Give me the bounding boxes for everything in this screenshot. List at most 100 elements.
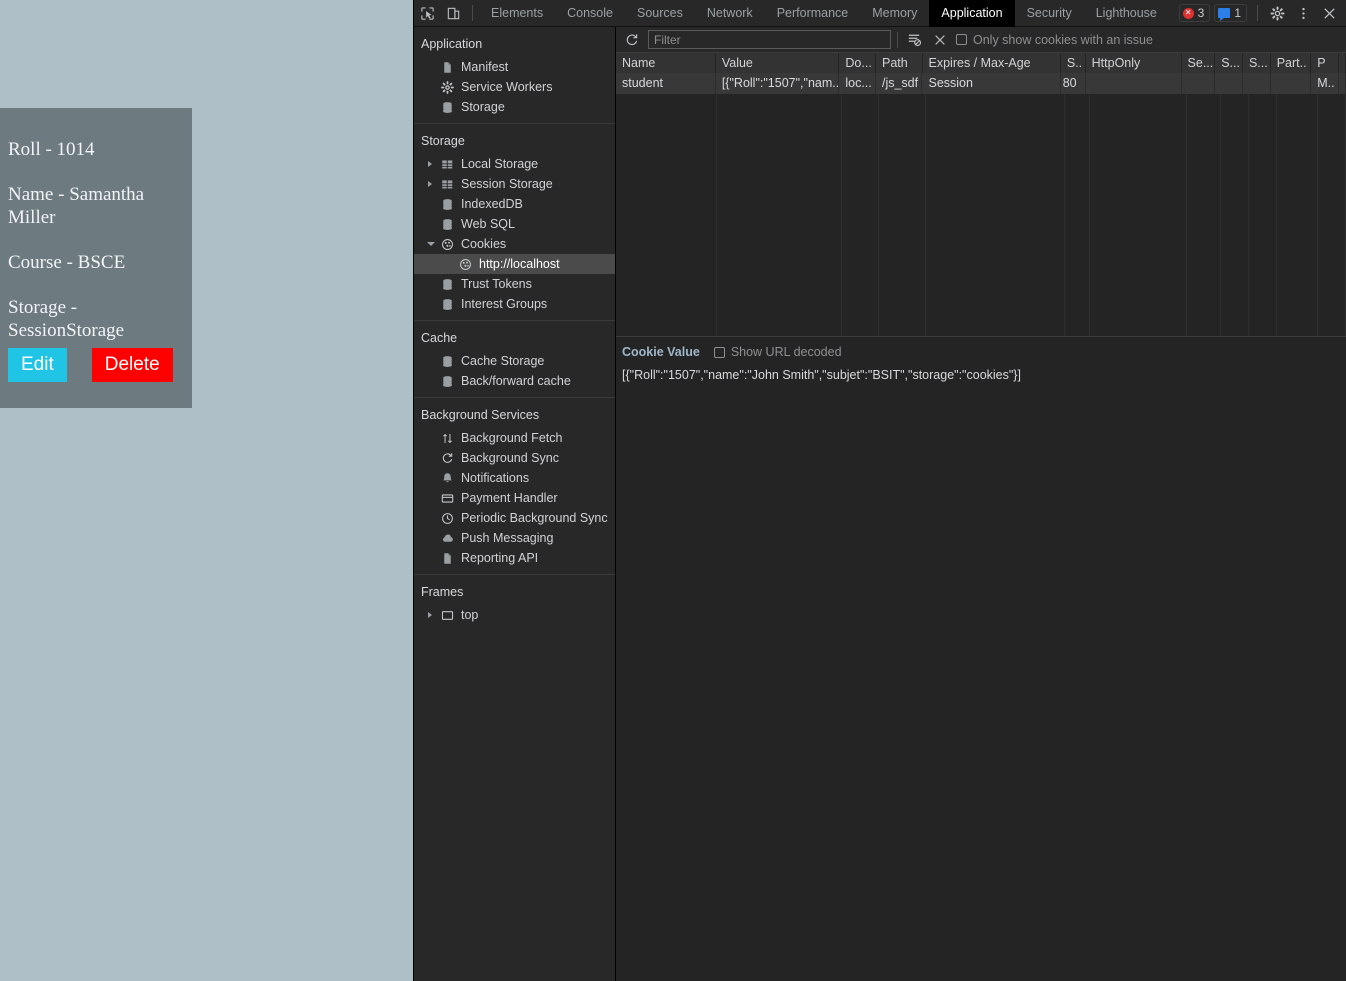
chevron-right-icon[interactable] <box>428 161 432 167</box>
column-header[interactable]: HttpOnly <box>1085 53 1182 73</box>
chevron-down-icon[interactable] <box>427 241 435 249</box>
sidebar-item-trust-tokens[interactable]: Trust Tokens <box>414 274 615 294</box>
sidebar-item-manifest[interactable]: Manifest <box>414 57 615 77</box>
device-toolbar-icon[interactable] <box>440 0 466 26</box>
empty-column <box>717 94 842 336</box>
empty-column <box>1065 94 1091 336</box>
delete-button[interactable]: Delete <box>91 348 173 382</box>
column-header[interactable]: S... <box>1215 53 1243 73</box>
tab-security[interactable]: Security <box>1015 0 1084 27</box>
tab-network[interactable]: Network <box>695 0 765 27</box>
column-header[interactable]: Path <box>876 53 923 73</box>
sidebar-group-heading: Frames <box>421 585 464 599</box>
inspect-element-icon[interactable] <box>414 0 440 26</box>
screen-root: Roll - 1014 Name - Samantha Miller Cours… <box>0 0 1346 981</box>
table-cell <box>1085 73 1182 94</box>
column-header[interactable]: Do... <box>839 53 877 73</box>
sidebar-item-top[interactable]: top <box>414 605 615 625</box>
sidebar-item-label: Trust Tokens <box>461 277 532 291</box>
sidebar-group: Cache Cache Storage Back/forward cache <box>414 327 615 398</box>
sidebar-item-web-sql[interactable]: Web SQL <box>414 214 615 234</box>
sidebar-item-background-sync[interactable]: Background Sync <box>414 448 615 468</box>
sidebar-group-heading: Background Services <box>421 408 540 422</box>
sidebar-item-label: Local Storage <box>461 157 539 171</box>
column-header[interactable]: S... <box>1242 53 1271 73</box>
card-action-buttons: Edit Delete <box>8 348 173 382</box>
sidebar-item-indexeddb[interactable]: IndexedDB <box>414 194 615 214</box>
sidebar-item-storage[interactable]: Storage <box>414 97 615 117</box>
cookie-value-panel: Cookie Value Show URL decoded [{"Roll":"… <box>616 336 1346 981</box>
document-icon <box>440 60 455 74</box>
sidebar-group-heading: Application <box>421 37 483 51</box>
sidebar-group-heading: Cache <box>421 331 458 345</box>
sidebar-group: Background Services Background Fetch Backg… <box>414 404 615 575</box>
sidebar-item-label: Cookies <box>461 237 507 251</box>
sidebar-item-payment-handler[interactable]: Payment Handler <box>414 488 615 508</box>
column-header[interactable]: Se... <box>1181 53 1216 73</box>
sidebar-item-http-localhost[interactable]: http://localhost <box>414 254 615 274</box>
clear-all-cookies-icon[interactable] <box>930 30 950 50</box>
sidebar-item-label: Notifications <box>461 471 530 485</box>
empty-column <box>616 94 717 336</box>
cookie-icon <box>458 257 473 271</box>
tab-performance[interactable]: Performance <box>765 0 861 27</box>
show-url-decoded-checkbox[interactable]: Show URL decoded <box>713 345 842 359</box>
gear-icon[interactable] <box>1264 0 1290 26</box>
sidebar-item-background-fetch[interactable]: Background Fetch <box>414 428 615 448</box>
sidebar-item-service-workers[interactable]: Service Workers <box>414 77 615 97</box>
only-issues-checkbox[interactable]: Only show cookies with an issue <box>956 33 1153 47</box>
sidebar-item-push-messaging[interactable]: Push Messaging <box>414 528 615 548</box>
card-roll-line: Roll - 1014 <box>8 139 95 160</box>
table-row[interactable]: student [{"Roll":"1507","nam... loc.../js_… <box>616 73 1346 94</box>
card-course-line: Course - BSCE <box>8 252 126 273</box>
column-header[interactable]: Value <box>715 53 840 73</box>
database-icon <box>440 277 455 291</box>
sidebar-item-label: Interest Groups <box>461 297 548 311</box>
table-icon <box>440 177 455 191</box>
student-card: Roll - 1014 Name - Samantha Miller Cours… <box>0 108 192 408</box>
sidebar-item-periodic-background-sync[interactable]: Periodic Background Sync <box>414 508 615 528</box>
sidebar-item-cache-storage[interactable]: Cache Storage <box>414 351 615 371</box>
tab-application[interactable]: Application <box>929 0 1015 27</box>
updown-arrows-icon <box>440 431 455 445</box>
chevron-right-icon[interactable] <box>428 612 432 618</box>
sidebar-group: Application Manifest Service Workers Storag… <box>414 33 615 124</box>
empty-column <box>1090 94 1188 336</box>
cookies-toolbar: Only show cookies with an issue <box>616 27 1346 53</box>
column-header[interactable]: P <box>1311 53 1339 73</box>
empty-column <box>879 94 926 336</box>
sidebar-item-local-storage[interactable]: Local Storage <box>414 154 615 174</box>
checkbox-box <box>713 346 725 358</box>
sidebar-item-label: Background Sync <box>461 451 559 465</box>
only-issues-label: Only show cookies with an issue <box>973 32 1153 47</box>
tab-elements[interactable]: Elements <box>479 0 555 27</box>
devtools-body: Application Manifest Service Workers Storag… <box>414 27 1346 981</box>
sidebar-item-notifications[interactable]: Notifications <box>414 468 615 488</box>
edit-button[interactable]: Edit <box>8 348 67 382</box>
message-count-badge[interactable]: 1 <box>1214 4 1247 22</box>
close-icon[interactable] <box>1316 0 1342 26</box>
tab-lighthouse[interactable]: Lighthouse <box>1084 0 1169 27</box>
column-header[interactable]: Name <box>616 53 716 73</box>
table-cell <box>1242 73 1271 94</box>
table-icon <box>440 157 455 171</box>
column-header[interactable]: Expires / Max-Age <box>922 53 1061 73</box>
clock-icon <box>440 511 455 525</box>
filter-input[interactable] <box>648 30 891 49</box>
sidebar-item-cookies[interactable]: Cookies <box>414 234 615 254</box>
sidebar-item-interest-groups[interactable]: Interest Groups <box>414 294 615 314</box>
chevron-right-icon[interactable] <box>428 181 432 187</box>
clear-filter-icon[interactable] <box>904 30 924 50</box>
tab-sources[interactable]: Sources <box>625 0 695 27</box>
error-count-badge[interactable]: ✕ 3 <box>1178 4 1211 22</box>
column-header[interactable]: Part.. <box>1270 53 1312 73</box>
sidebar-item-back-forward-cache[interactable]: Back/forward cache <box>414 371 615 391</box>
tab-memory[interactable]: Memory <box>860 0 929 27</box>
more-options-icon[interactable] <box>1290 0 1316 26</box>
refresh-icon[interactable] <box>622 30 642 50</box>
sidebar-item-reporting-api[interactable]: Reporting API <box>414 548 615 568</box>
column-header[interactable]: S.. <box>1060 53 1086 73</box>
sidebar-item-session-storage[interactable]: Session Storage <box>414 174 615 194</box>
empty-column <box>1318 94 1346 336</box>
tab-console[interactable]: Console <box>555 0 625 27</box>
